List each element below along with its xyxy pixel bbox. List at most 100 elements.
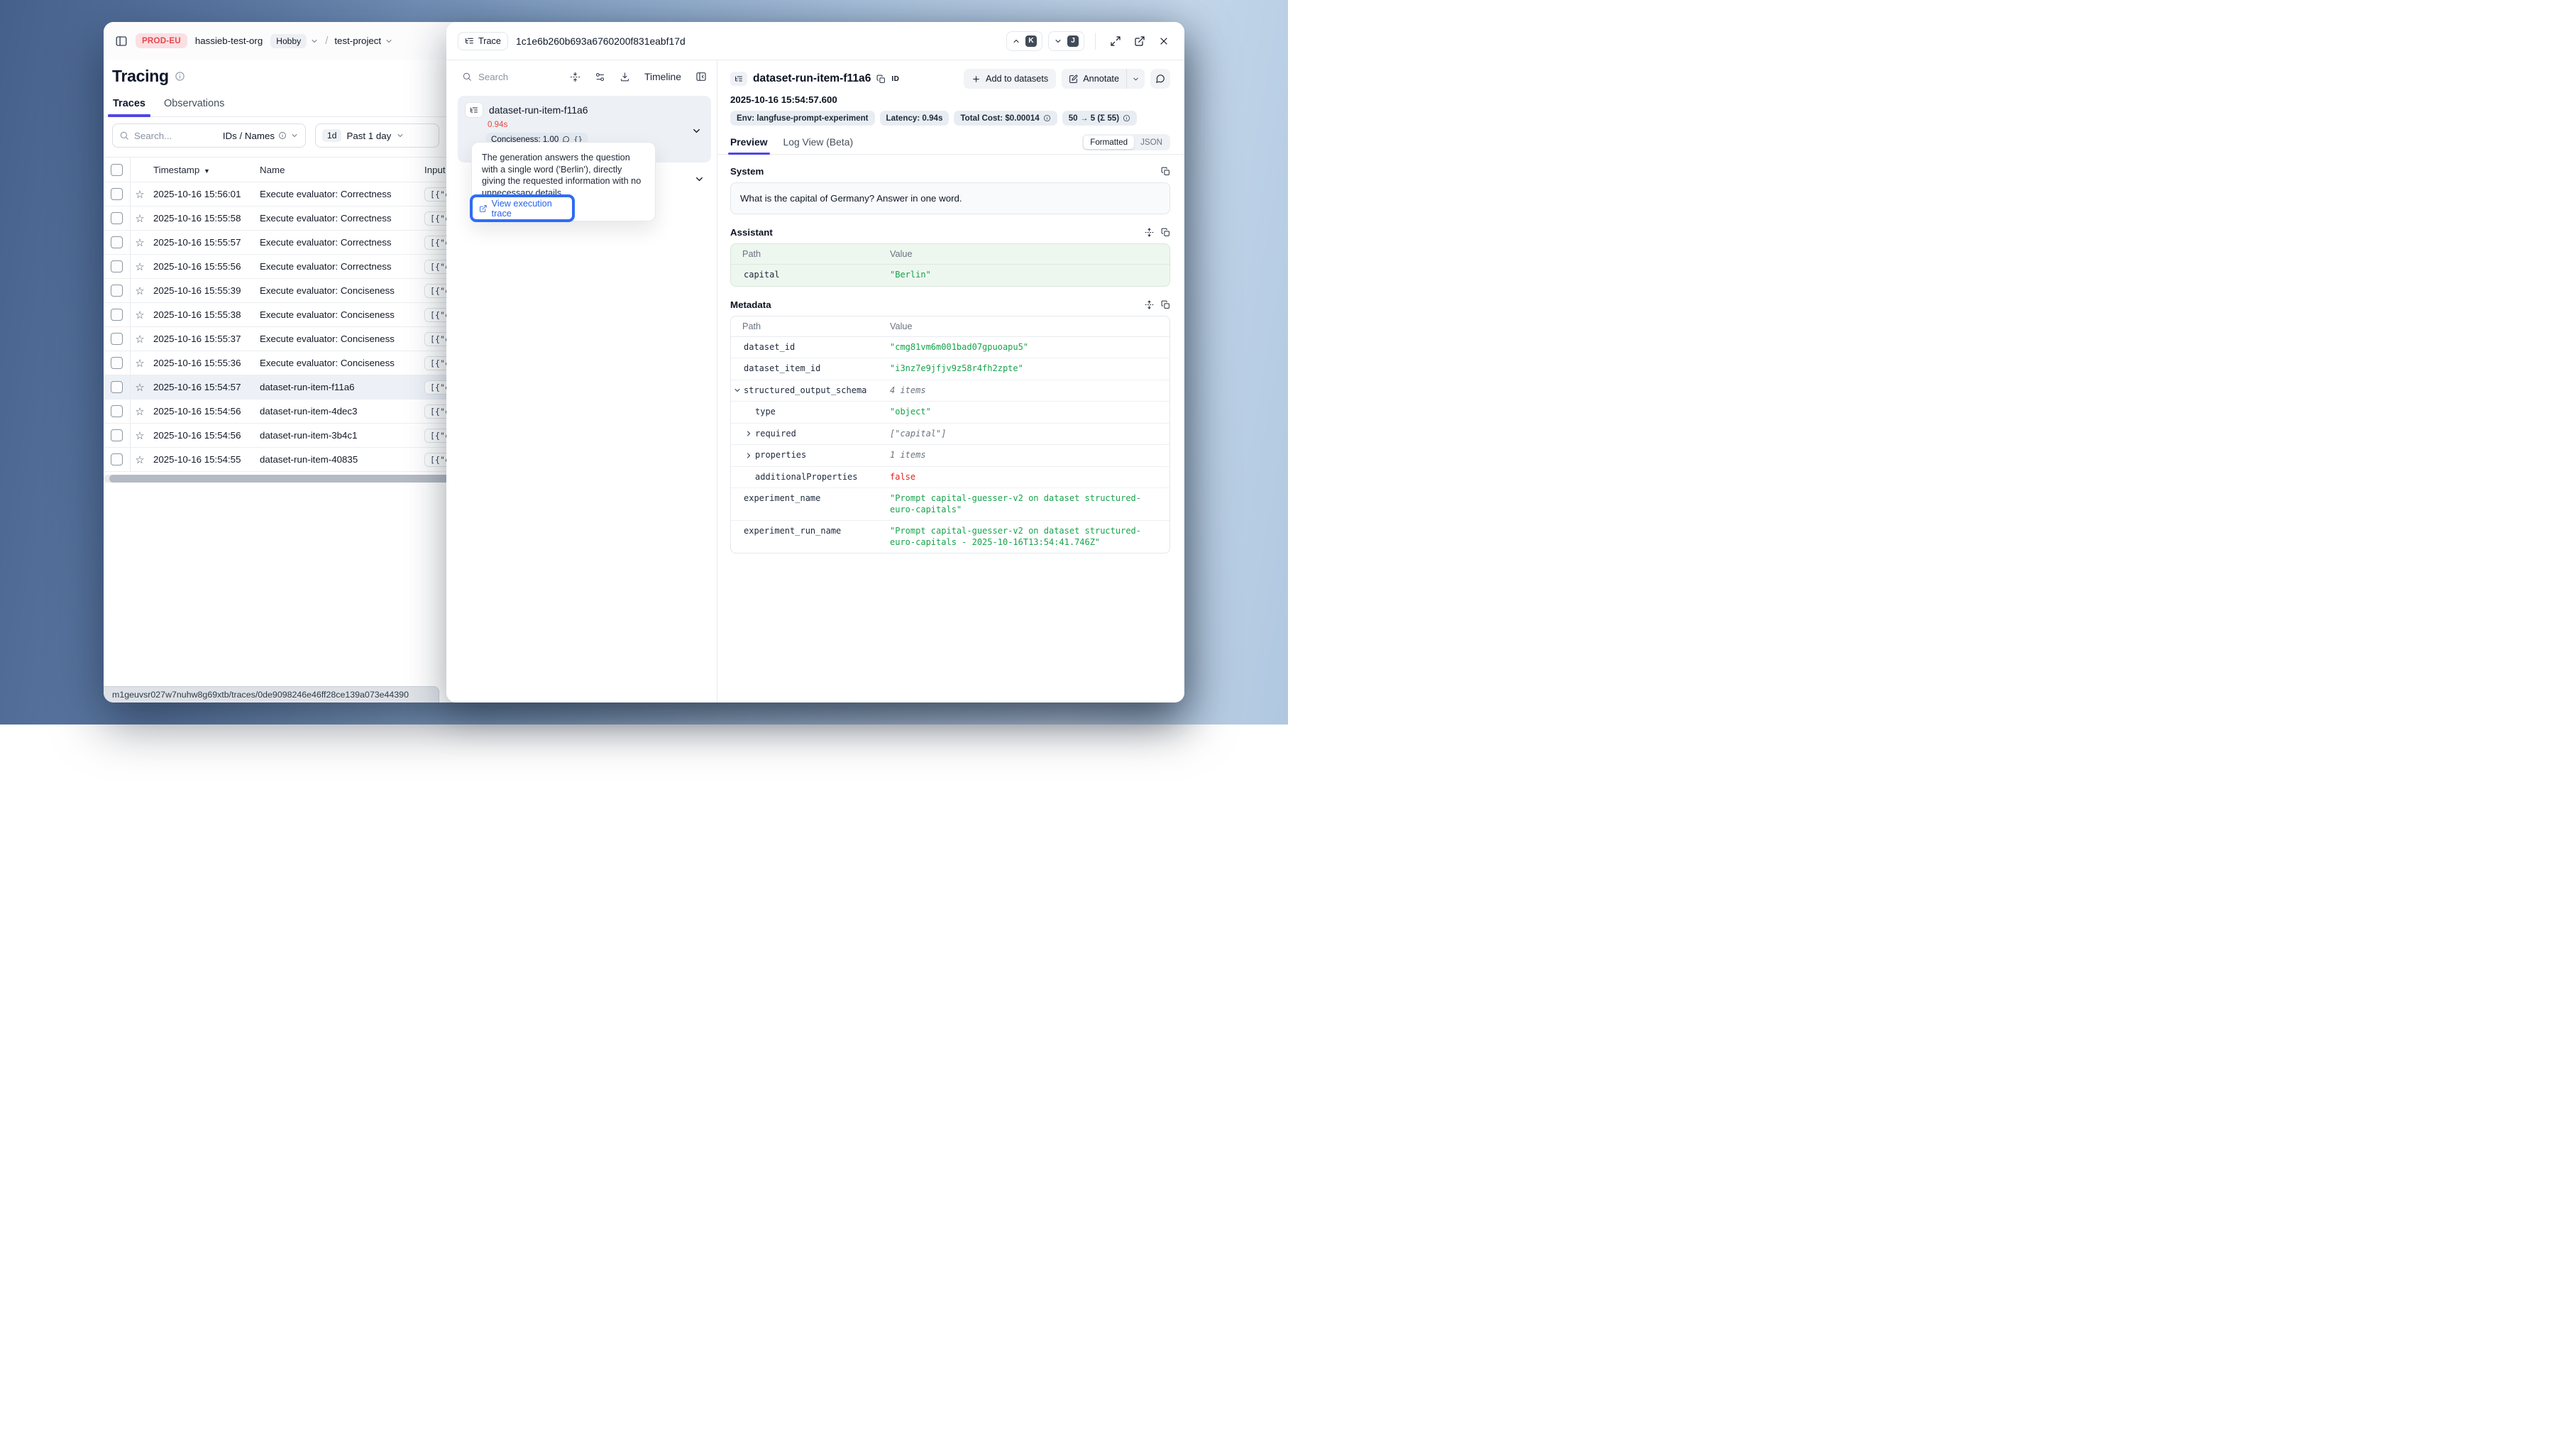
view-execution-trace-link[interactable]: View execution trace bbox=[473, 199, 572, 219]
open-in-new-window-button[interactable] bbox=[1134, 35, 1145, 47]
row-checkbox-cell bbox=[104, 255, 131, 278]
second-node-chevron[interactable] bbox=[694, 174, 705, 184]
org-name[interactable]: hassieb-test-org bbox=[195, 35, 263, 46]
row-name: Execute evaluator: Correctness bbox=[260, 189, 424, 199]
annotate-button[interactable]: Annotate bbox=[1062, 69, 1126, 89]
nav-previous-button[interactable]: K bbox=[1006, 31, 1042, 51]
copy-icon[interactable] bbox=[1161, 300, 1170, 309]
row-checkbox-cell bbox=[104, 351, 131, 375]
kv-path: experiment_run_name bbox=[744, 526, 841, 536]
row-checkbox[interactable] bbox=[111, 285, 123, 297]
sidebar-toggle-icon[interactable] bbox=[115, 35, 128, 48]
bookmark-star-icon[interactable]: ☆ bbox=[131, 357, 149, 370]
row-checkbox[interactable] bbox=[111, 188, 123, 200]
copy-icon[interactable] bbox=[1161, 167, 1170, 176]
copy-icon[interactable] bbox=[1161, 228, 1170, 237]
badge-label: 50 → 5 (Σ 55) bbox=[1069, 114, 1119, 123]
info-icon[interactable] bbox=[175, 71, 185, 82]
col-name[interactable]: Name bbox=[260, 165, 424, 175]
kv-value: false bbox=[890, 472, 1169, 483]
row-checkbox-cell bbox=[104, 424, 131, 447]
row-name: Execute evaluator: Conciseness bbox=[260, 285, 424, 296]
bookmark-star-icon[interactable]: ☆ bbox=[131, 333, 149, 346]
bookmark-star-icon[interactable]: ☆ bbox=[131, 405, 149, 418]
row-checkbox[interactable] bbox=[111, 260, 123, 272]
row-timestamp: 2025-10-16 15:54:56 bbox=[153, 406, 260, 417]
download-icon[interactable] bbox=[620, 72, 630, 82]
row-checkbox[interactable] bbox=[111, 357, 123, 369]
row-checkbox[interactable] bbox=[111, 453, 123, 465]
bookmark-star-icon[interactable]: ☆ bbox=[131, 260, 149, 273]
bookmark-star-icon[interactable]: ☆ bbox=[131, 212, 149, 225]
kv-row: experiment_name"Prompt capital-guesser-v… bbox=[731, 488, 1169, 521]
row-checkbox[interactable] bbox=[111, 405, 123, 417]
kv-path: structured_output_schema bbox=[744, 385, 866, 395]
bookmark-star-icon[interactable]: ☆ bbox=[131, 285, 149, 297]
id-toggle[interactable]: ID bbox=[891, 75, 899, 83]
system-section-title: System bbox=[730, 166, 764, 177]
observation-badge-2: Total Cost: $0.00014 bbox=[954, 111, 1057, 126]
annotate-dropdown-chevron[interactable] bbox=[1126, 69, 1145, 89]
comments-button[interactable] bbox=[1150, 69, 1170, 89]
row-checkbox-cell bbox=[104, 303, 131, 326]
expand-rows-icon[interactable] bbox=[1145, 300, 1154, 309]
detail-tab-log-view-beta[interactable]: Log View (Beta) bbox=[783, 136, 854, 154]
plan-selector[interactable]: Hobby bbox=[270, 34, 319, 48]
row-checkbox-cell bbox=[104, 327, 131, 351]
node-latency: 0.94s bbox=[488, 120, 704, 129]
select-all-checkbox[interactable] bbox=[111, 164, 123, 176]
row-checkbox[interactable] bbox=[111, 429, 123, 441]
chevron-right-icon[interactable] bbox=[745, 450, 755, 461]
view-settings-icon[interactable] bbox=[595, 72, 605, 82]
project-selector[interactable]: test-project bbox=[334, 35, 393, 46]
kv-path: capital bbox=[744, 270, 780, 280]
sort-desc-icon: ▼ bbox=[204, 167, 210, 175]
bookmark-star-icon[interactable]: ☆ bbox=[131, 453, 149, 466]
nav-next-button[interactable]: J bbox=[1048, 31, 1084, 51]
close-button[interactable] bbox=[1158, 35, 1169, 47]
bookmark-star-icon[interactable]: ☆ bbox=[131, 309, 149, 321]
expand-rows-icon[interactable] bbox=[1145, 228, 1154, 237]
kv-row: structured_output_schema4 items bbox=[731, 380, 1169, 402]
row-checkbox[interactable] bbox=[111, 236, 123, 248]
col-timestamp[interactable]: Timestamp ▼ bbox=[153, 165, 260, 175]
tree-search-input[interactable]: Search bbox=[478, 72, 508, 82]
row-checkbox-cell bbox=[104, 400, 131, 423]
collapse-node-chevron[interactable] bbox=[691, 126, 702, 136]
col-input[interactable]: Input bbox=[424, 165, 446, 175]
search-input[interactable]: Search... IDs / Names bbox=[112, 123, 306, 148]
col-value: Value bbox=[890, 249, 913, 259]
collapse-all-icon[interactable] bbox=[570, 72, 580, 82]
tab-traces[interactable]: Traces bbox=[113, 98, 145, 116]
date-range-filter[interactable]: 1d Past 1 day bbox=[315, 123, 439, 148]
trace-node-icon bbox=[465, 102, 483, 118]
row-name: dataset-run-item-4dec3 bbox=[260, 406, 424, 417]
bookmark-star-icon[interactable]: ☆ bbox=[131, 188, 149, 201]
bookmark-star-icon[interactable]: ☆ bbox=[131, 236, 149, 249]
timeline-toggle[interactable]: Timeline bbox=[644, 71, 681, 82]
badge-label: Latency: 0.94s bbox=[886, 114, 943, 123]
kv-value: "cmg81vm6m001bad07gpuoapu5" bbox=[890, 342, 1169, 353]
row-checkbox[interactable] bbox=[111, 309, 123, 321]
search-scope-selector[interactable]: IDs / Names bbox=[223, 131, 299, 141]
format-option-formatted[interactable]: Formatted bbox=[1084, 136, 1134, 149]
trace-type-badge: Trace bbox=[458, 32, 508, 50]
row-checkbox[interactable] bbox=[111, 212, 123, 224]
chevron-down-icon[interactable] bbox=[734, 385, 744, 397]
bookmark-star-icon[interactable]: ☆ bbox=[131, 429, 149, 442]
add-to-datasets-button[interactable]: Add to datasets bbox=[964, 69, 1056, 89]
plus-icon bbox=[971, 75, 981, 84]
row-checkbox[interactable] bbox=[111, 333, 123, 345]
bookmark-star-icon[interactable]: ☆ bbox=[131, 381, 149, 394]
row-checkbox-cell bbox=[104, 375, 131, 399]
format-option-json[interactable]: JSON bbox=[1134, 136, 1169, 149]
row-checkbox[interactable] bbox=[111, 381, 123, 393]
detail-tab-preview[interactable]: Preview bbox=[730, 136, 768, 154]
chevron-right-icon[interactable] bbox=[745, 429, 755, 440]
copy-name-icon[interactable] bbox=[876, 75, 886, 84]
trace-tree-pane: Search Timeline bbox=[446, 60, 717, 703]
expand-fullscreen-button[interactable] bbox=[1110, 35, 1121, 47]
desktop-background: PROD-EU hassieb-test-org Hobby / test-pr… bbox=[0, 0, 1288, 724]
collapse-panel-icon[interactable] bbox=[695, 71, 707, 82]
tab-observations[interactable]: Observations bbox=[164, 98, 224, 116]
